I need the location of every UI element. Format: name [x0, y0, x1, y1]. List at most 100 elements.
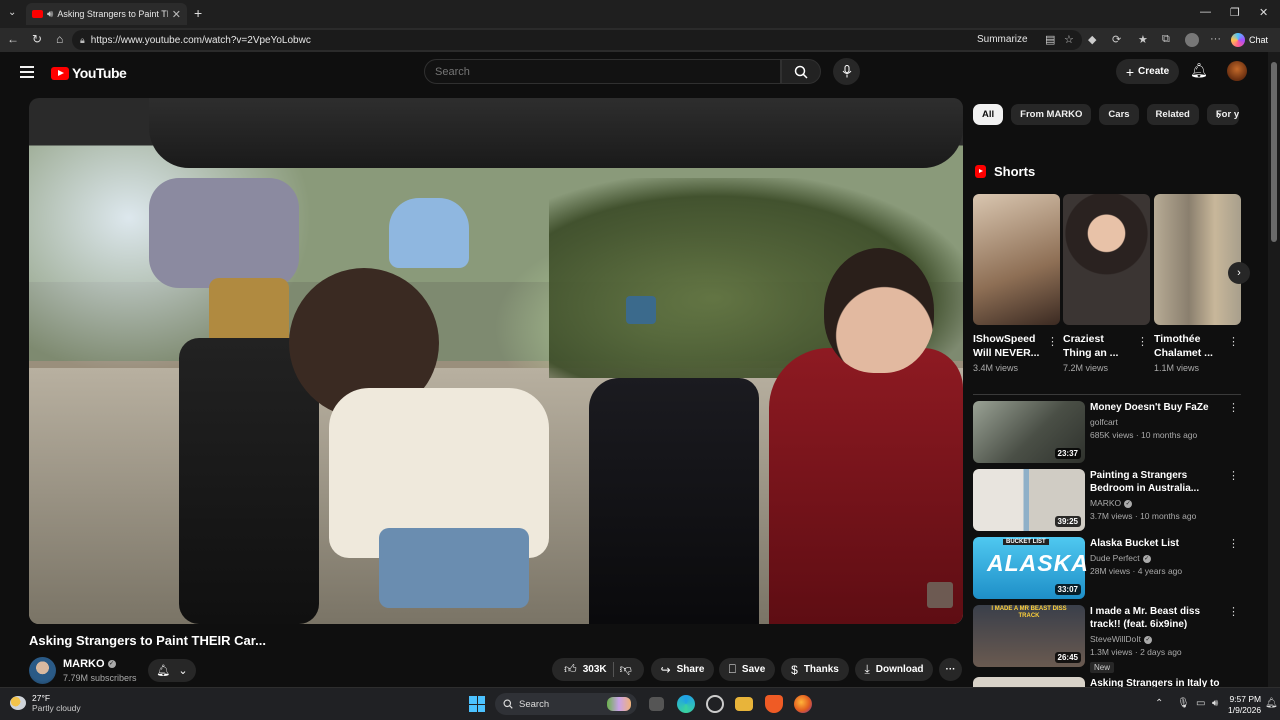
short-thumbnail[interactable]	[1154, 194, 1241, 325]
video-thumbnail[interactable]: 39:25	[973, 469, 1085, 531]
favorites-icon[interactable]: ★	[1138, 33, 1148, 46]
channel-name[interactable]: MARKO ✓	[1090, 498, 1133, 508]
edge-browser-icon[interactable]	[677, 695, 695, 713]
show-hidden-icons[interactable]: ⌃	[1155, 698, 1163, 709]
favorite-star-icon[interactable]: ☆	[1064, 33, 1074, 46]
download-button[interactable]: ⤓ Download	[855, 658, 933, 681]
short-card[interactable]: IShowSpeed Will NEVER... 3.4M views ⋮	[973, 194, 1060, 373]
video-thumbnail[interactable]	[973, 677, 1085, 687]
weather-widget[interactable]: 27°F Partly cloudy	[10, 693, 81, 713]
search-button[interactable]	[781, 59, 821, 84]
channel-name[interactable]: MARKO ✓	[63, 658, 116, 670]
menu-hamburger-icon[interactable]	[20, 66, 34, 78]
more-actions-button[interactable]: ···	[939, 658, 962, 681]
profile-avatar[interactable]	[1185, 33, 1199, 47]
minimize-icon[interactable]: —	[1200, 6, 1211, 18]
scrollbar-thumb[interactable]	[1271, 62, 1277, 242]
page-scrollbar[interactable]	[1268, 52, 1280, 687]
channel-watermark[interactable]	[927, 582, 953, 608]
restore-icon[interactable]: ❐	[1230, 6, 1240, 19]
back-icon[interactable]: ←	[7, 32, 19, 46]
new-tab-button[interactable]: +	[194, 5, 202, 21]
video-title[interactable]: Painting a Strangers Bedroom in Australi…	[1090, 469, 1226, 495]
speaker-icon[interactable]: 🔊︎	[47, 9, 53, 20]
chips-next-icon[interactable]: ›	[1217, 107, 1221, 122]
settings-app-icon[interactable]	[706, 695, 724, 713]
thanks-button[interactable]: $ Thanks	[781, 658, 849, 681]
subscription-bell-button[interactable]: 🔔︎ ⌄	[148, 659, 196, 682]
copilot-icon[interactable]: ⟳	[1112, 33, 1121, 46]
task-view-icon[interactable]	[649, 697, 664, 711]
like-count[interactable]: 303K	[583, 664, 607, 675]
tab-close-icon[interactable]: ✕	[172, 8, 181, 21]
channel-name[interactable]: golfcart	[1090, 417, 1118, 427]
video-title[interactable]: I made a Mr. Beast diss track!! (feat. 6…	[1090, 605, 1226, 631]
video-title[interactable]: Money Doesn't Buy FaZe	[1090, 401, 1226, 414]
volume-icon[interactable]: 🔊︎	[1212, 698, 1218, 709]
home-icon[interactable]: ⌂	[56, 32, 63, 46]
recommended-video[interactable]: 39:25 Painting a Strangers Bedroom in Au…	[973, 469, 1241, 531]
site-info-icon[interactable]: 🔒︎	[80, 35, 85, 46]
tab-list-chevron-icon[interactable]: ⌄	[8, 7, 16, 18]
search-input[interactable]	[424, 59, 781, 84]
close-window-icon[interactable]: ✕	[1259, 6, 1268, 19]
summarize-button[interactable]: Summarize	[977, 34, 1028, 45]
chip-for-you[interactable]: For y	[1206, 104, 1239, 125]
short-more-icon[interactable]: ⋮	[1047, 335, 1058, 348]
channel-name[interactable]: SteveWillDoIt ✓	[1090, 634, 1153, 644]
microphone-tray-icon[interactable]: 🎙︎	[1177, 698, 1190, 709]
youtube-logo[interactable]: YouTube	[51, 65, 127, 81]
video-player[interactable]	[29, 98, 963, 624]
url-field[interactable]: 🔒︎ https://www.youtube.com/watch?v=2VpeY…	[72, 30, 1082, 50]
create-button[interactable]: + Create	[1116, 59, 1179, 84]
browser-tab-active[interactable]: 🔊︎ Asking Strangers to Paint THEI ✕	[26, 3, 187, 25]
file-explorer-icon[interactable]	[735, 697, 753, 711]
video-thumbnail[interactable]: I MADE A MR BEAST DISS TRACK 26:45	[973, 605, 1085, 667]
chip-all[interactable]: All	[973, 104, 1004, 125]
video-more-icon[interactable]: ⋮	[1228, 537, 1239, 550]
taskbar-search[interactable]: Search	[495, 693, 637, 715]
system-clock[interactable]: 9:57 PM 1/9/2026	[1228, 694, 1261, 716]
chip-cars[interactable]: Cars	[1099, 104, 1139, 125]
dislike-icon[interactable]: 👎︎	[620, 662, 632, 677]
short-more-icon[interactable]: ⋮	[1137, 335, 1148, 348]
share-button[interactable]: ↪ Share	[651, 658, 714, 681]
reading-view-icon[interactable]: ▤	[1045, 33, 1055, 46]
short-more-icon[interactable]: ⋮	[1228, 335, 1239, 348]
save-button[interactable]: ⎕ Save	[719, 658, 775, 681]
voice-search-button[interactable]	[833, 58, 860, 85]
video-more-icon[interactable]: ⋮	[1228, 401, 1239, 414]
video-more-icon[interactable]: ⋮	[1228, 605, 1239, 618]
short-title[interactable]: Craziest Thing an ...	[1063, 332, 1135, 360]
video-more-icon[interactable]: ⋮	[1228, 469, 1239, 482]
start-windows-icon[interactable]	[469, 696, 485, 712]
firefox-icon[interactable]	[794, 695, 812, 713]
channel-avatar[interactable]	[29, 657, 56, 684]
short-thumbnail[interactable]	[973, 194, 1060, 325]
short-title[interactable]: IShowSpeed Will NEVER...	[973, 332, 1045, 360]
account-avatar[interactable]	[1227, 61, 1247, 81]
settings-more-icon[interactable]: ···	[1210, 33, 1221, 45]
recommended-video[interactable]: Asking Strangers in Italy to	[973, 677, 1241, 687]
short-card[interactable]: Timothée Chalamet ... 1.1M views ⋮	[1154, 194, 1241, 373]
recommended-video[interactable]: 23:37 Money Doesn't Buy FaZe golfcart 68…	[973, 401, 1241, 463]
notification-icon[interactable]: 🔔︎	[1265, 698, 1278, 709]
refresh-icon[interactable]: ↻	[32, 32, 42, 46]
brave-browser-icon[interactable]	[765, 695, 783, 713]
chip-related[interactable]: Related	[1146, 104, 1199, 125]
video-thumbnail[interactable]: BUCKET LIST ALASKA 33:07	[973, 537, 1088, 599]
network-icon[interactable]: ▭	[1196, 698, 1205, 709]
chat-button[interactable]: Chat	[1231, 31, 1268, 49]
shorts-next-button[interactable]: ›	[1228, 262, 1250, 284]
short-title[interactable]: Timothée Chalamet ...	[1154, 332, 1226, 360]
video-title[interactable]: Asking Strangers in Italy to	[1090, 677, 1226, 687]
short-thumbnail[interactable]	[1063, 194, 1150, 325]
short-card[interactable]: Craziest Thing an ... 7.2M views ⋮	[1063, 194, 1150, 373]
recommended-video[interactable]: BUCKET LIST ALASKA 33:07 Alaska Bucket L…	[973, 537, 1241, 599]
chip-from-marko[interactable]: From MARKO	[1011, 104, 1092, 125]
video-thumbnail[interactable]: 23:37	[973, 401, 1085, 463]
notifications-bell-icon[interactable]: 🔔︎	[1190, 62, 1208, 79]
like-icon[interactable]: 👍︎	[564, 662, 577, 677]
extension-icon[interactable]: ◆	[1088, 33, 1096, 46]
recommended-video[interactable]: I MADE A MR BEAST DISS TRACK 26:45 I mad…	[973, 605, 1241, 673]
